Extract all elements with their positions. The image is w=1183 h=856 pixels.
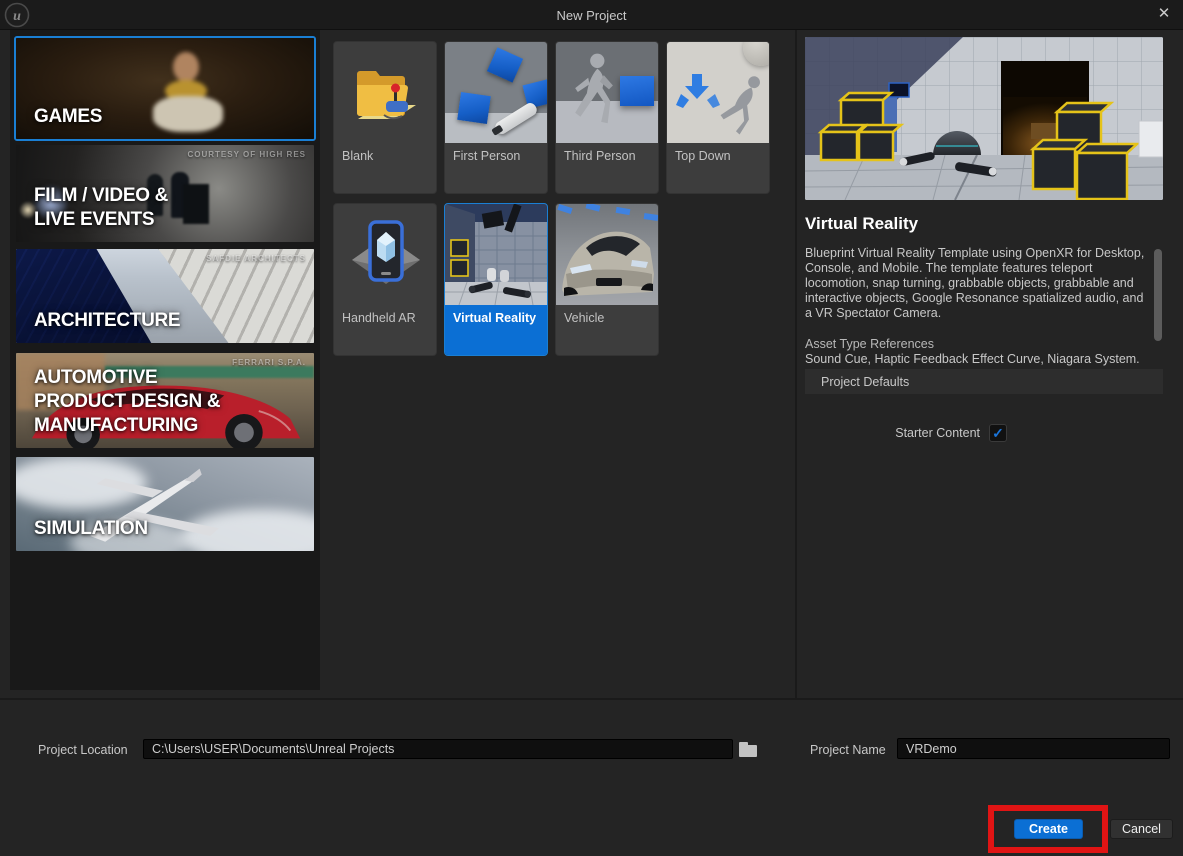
category-label-architecture: ARCHITECTURE — [34, 309, 180, 333]
template-label: Vehicle — [556, 305, 658, 356]
template-label: First Person — [445, 143, 547, 194]
template-card-blank[interactable]: Blank — [333, 41, 437, 194]
template-label: Blank — [334, 143, 436, 194]
checkmark-icon: ✓ — [992, 425, 1004, 442]
template-label: Virtual Reality — [445, 305, 547, 356]
template-card-virtual-reality[interactable]: Virtual Reality — [444, 203, 548, 356]
category-card-simulation[interactable]: SIMULATION — [14, 455, 316, 553]
dialog-title: New Project — [0, 8, 1183, 23]
starter-content-row: Starter Content ✓ — [805, 422, 1163, 444]
template-card-handheld-ar[interactable]: Handheld AR — [333, 203, 437, 356]
cancel-button[interactable]: Cancel — [1110, 819, 1173, 839]
category-label-automotive: AUTOMOTIVE PRODUCT DESIGN & MANUFACTURIN… — [34, 366, 220, 438]
template-preview-image — [805, 37, 1163, 200]
asset-type-references-label: Asset Type References — [805, 337, 934, 351]
category-watermark: COURTESY OF HIGH RES — [187, 150, 306, 159]
template-card-third-person[interactable]: Third Person — [555, 41, 659, 194]
template-card-vehicle[interactable]: Vehicle — [555, 203, 659, 356]
category-card-architecture[interactable]: SAFDIE ARCHITECTS ARCHITECTURE — [14, 247, 316, 345]
template-title: Virtual Reality — [805, 214, 918, 234]
project-defaults-label: Project Defaults — [821, 375, 909, 389]
project-location-label: Project Location — [38, 743, 128, 757]
footer-divider — [0, 698, 1183, 700]
category-card-film-video[interactable]: COURTESY OF HIGH RES FILM / VIDEO & LIVE… — [14, 143, 316, 244]
template-description: Blueprint Virtual Reality Template using… — [805, 246, 1153, 321]
template-card-top-down[interactable]: Top Down — [666, 41, 770, 194]
category-label-simulation: SIMULATION — [34, 517, 148, 541]
template-label: Third Person — [556, 143, 658, 194]
template-thumbnail-top-down — [667, 42, 769, 143]
template-details-panel: Virtual Reality Blueprint Virtual Realit… — [797, 30, 1183, 698]
category-card-automotive[interactable]: FERRARI S.P.A. AUTOMOTIVE PRODUCT DESIGN… — [14, 351, 316, 450]
category-card-games[interactable]: GAMES — [14, 36, 316, 141]
template-thumbnail-first-person — [445, 42, 547, 143]
template-thumbnail-virtual-reality — [445, 204, 547, 305]
project-defaults-header: Project Defaults — [805, 369, 1163, 394]
template-thumbnail-blank — [334, 42, 436, 143]
starter-content-label: Starter Content — [895, 426, 980, 440]
description-scrollbar[interactable] — [1154, 249, 1162, 341]
starter-content-checkbox[interactable]: ✓ — [989, 424, 1007, 442]
template-thumbnail-third-person — [556, 42, 658, 143]
category-watermark: FERRARI S.P.A. — [232, 358, 306, 367]
project-name-input[interactable] — [897, 738, 1170, 759]
template-card-first-person[interactable]: First Person — [444, 41, 548, 194]
close-icon[interactable]: ✕ — [1153, 2, 1175, 24]
dialog-titlebar: u New Project ✕ — [0, 0, 1183, 30]
category-list: GAMES COURTESY OF HIGH RES FILM / VIDEO … — [10, 30, 320, 690]
category-label-film-video: FILM / VIDEO & LIVE EVENTS — [34, 184, 168, 232]
category-watermark: SAFDIE ARCHITECTS — [206, 254, 306, 263]
project-name-label: Project Name — [810, 743, 886, 757]
new-project-dialog: u New Project ✕ GAMES COURTESY OF HIGH R… — [0, 0, 1183, 856]
browse-folder-icon[interactable] — [737, 740, 759, 760]
category-label-games: GAMES — [34, 105, 102, 129]
project-location-input[interactable] — [143, 739, 733, 759]
template-thumbnail-handheld-ar — [334, 204, 436, 305]
template-thumbnail-vehicle — [556, 204, 658, 305]
asset-type-references-value: Sound Cue, Haptic Feedback Effect Curve,… — [805, 352, 1157, 366]
template-label: Top Down — [667, 143, 769, 194]
create-button[interactable]: Create — [1014, 819, 1083, 839]
template-label: Handheld AR — [334, 305, 436, 356]
